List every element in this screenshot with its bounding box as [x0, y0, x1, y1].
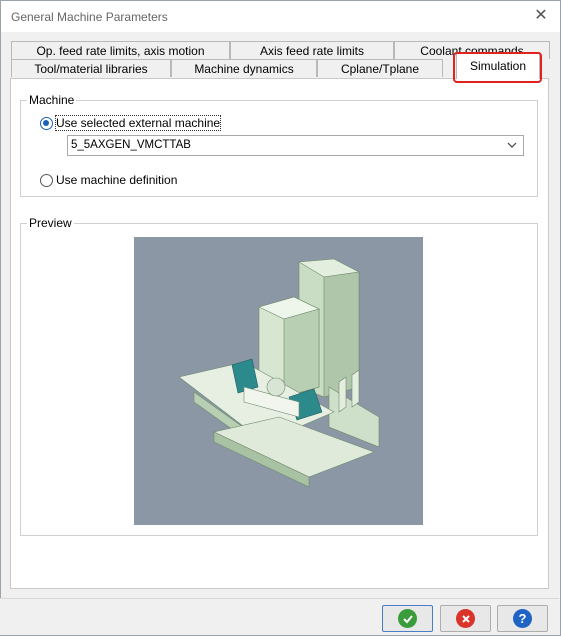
- radio-button-unchecked[interactable]: [40, 173, 53, 187]
- machine-group-label: Machine: [27, 93, 77, 107]
- machine-select[interactable]: 5_5AXGEN_VMCTTAB: [67, 135, 524, 156]
- radio-use-machine-definition[interactable]: Use machine definition: [40, 173, 177, 187]
- chevron-down-icon[interactable]: [507, 136, 517, 162]
- tab-cplane-tplane[interactable]: Cplane/Tplane: [317, 59, 443, 77]
- tab-axis-feed-rate-limits[interactable]: Axis feed rate limits: [230, 41, 394, 59]
- tab-machine-dynamics[interactable]: Machine dynamics: [171, 59, 317, 77]
- ok-button[interactable]: [382, 605, 433, 632]
- machine-preview-image: [134, 237, 423, 525]
- help-button[interactable]: ?: [497, 605, 548, 632]
- tab-op-feed-rate-limits[interactable]: Op. feed rate limits, axis motion: [11, 41, 230, 59]
- x-icon: [456, 609, 475, 628]
- question-icon: ?: [513, 609, 532, 628]
- radio-label-external: Use selected external machine: [54, 115, 222, 131]
- radio-button-checked[interactable]: [40, 116, 53, 130]
- tab-tool-material-libraries[interactable]: Tool/material libraries: [11, 59, 171, 77]
- check-icon: [398, 609, 417, 628]
- close-icon[interactable]: ✕: [530, 5, 552, 27]
- radio-use-external-machine[interactable]: Use selected external machine: [40, 115, 222, 131]
- window-title: General Machine Parameters: [11, 10, 168, 24]
- cancel-button[interactable]: [440, 605, 491, 632]
- tab-highlight-annotation: [453, 52, 542, 83]
- machine-select-value: 5_5AXGEN_VMCTTAB: [71, 139, 191, 151]
- radio-label-definition: Use machine definition: [56, 173, 178, 187]
- title-bar: General Machine Parameters ✕: [1, 1, 560, 32]
- preview-group-label: Preview: [27, 216, 74, 230]
